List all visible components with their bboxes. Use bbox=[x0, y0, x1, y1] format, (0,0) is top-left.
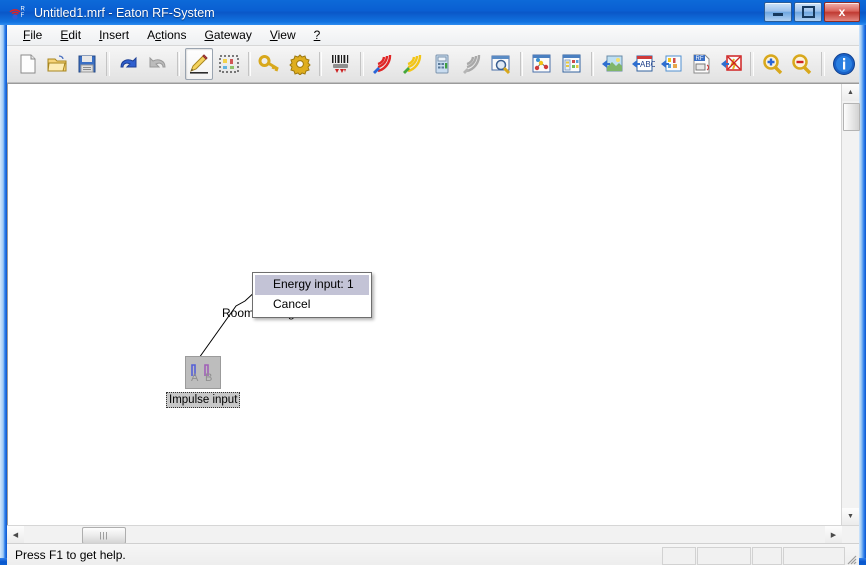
toolbar-separator bbox=[105, 52, 110, 76]
save-disk-icon[interactable] bbox=[73, 48, 101, 80]
scroll-left-arrow[interactable]: ◀ bbox=[7, 526, 24, 543]
status-pane-1 bbox=[662, 547, 696, 565]
scroll-down-arrow[interactable]: ▼ bbox=[842, 508, 859, 525]
search-window-icon[interactable] bbox=[487, 48, 515, 80]
impulse-input-label[interactable]: Impulse input bbox=[166, 392, 241, 408]
key-icon[interactable] bbox=[256, 48, 284, 80]
menu-item-insert[interactable]: Insert bbox=[91, 26, 137, 44]
toolbar-separator bbox=[359, 52, 364, 76]
maximize-button[interactable] bbox=[794, 2, 822, 22]
channel-b-letter: B bbox=[205, 372, 213, 384]
scroll-up-arrow[interactable]: ▲ bbox=[842, 84, 859, 101]
rf-signal-red-icon[interactable] bbox=[369, 48, 397, 80]
rf-app-icon[interactable]: R F bbox=[8, 4, 28, 22]
diagram-canvas-area: Room-Manager A B Impulse input Energy in… bbox=[7, 83, 860, 525]
impulse-input-device[interactable]: A B bbox=[185, 356, 221, 389]
menu-item-gateway[interactable]: Gateway bbox=[196, 26, 259, 44]
svg-text:RF: RF bbox=[695, 56, 703, 62]
rf-signal-yellow-icon[interactable] bbox=[398, 48, 426, 80]
toolbar-separator bbox=[519, 52, 524, 76]
toolbar-separator bbox=[176, 52, 181, 76]
import-colors-icon[interactable] bbox=[659, 48, 687, 80]
horizontal-scroll-thumb[interactable]: ||| bbox=[82, 527, 126, 544]
pencil-edit-icon[interactable] bbox=[185, 48, 214, 80]
status-pane-2 bbox=[697, 547, 751, 565]
redo-arrow-icon[interactable] bbox=[144, 48, 172, 80]
import-image2-icon[interactable]: ABC bbox=[629, 48, 657, 80]
menu-item-actions[interactable]: Actions bbox=[139, 26, 194, 44]
scroll-right-arrow[interactable]: ▶ bbox=[825, 526, 842, 543]
import-image-icon[interactable] bbox=[599, 48, 627, 80]
zoom-in-icon[interactable] bbox=[759, 48, 787, 80]
menu-bar: File Edit Insert Actions Gateway View ? bbox=[7, 25, 859, 46]
new-file-icon[interactable] bbox=[14, 48, 42, 80]
menu-item-help[interactable]: ? bbox=[306, 26, 329, 44]
menu-item-file[interactable]: File bbox=[15, 26, 50, 44]
status-pane-4 bbox=[783, 547, 845, 565]
toolbar-separator bbox=[247, 52, 252, 76]
context-menu-item-cancel[interactable]: Cancel bbox=[255, 295, 369, 315]
calculator-icon[interactable] bbox=[428, 48, 456, 80]
disable-rf-icon[interactable] bbox=[718, 48, 746, 80]
open-folder-icon[interactable] bbox=[44, 48, 72, 80]
svg-text:R: R bbox=[21, 6, 26, 12]
menu-item-view[interactable]: View bbox=[262, 26, 304, 44]
title-bar[interactable]: R F Untitled1.mrf - Eaton RF-System x bbox=[0, 0, 866, 25]
rf-signal-gray-icon[interactable] bbox=[457, 48, 485, 80]
window-title: Untitled1.mrf - Eaton RF-System bbox=[34, 5, 215, 20]
zoom-out-icon[interactable] bbox=[789, 48, 817, 80]
toolbar-separator bbox=[821, 52, 825, 76]
svg-text:F: F bbox=[21, 13, 25, 19]
connection-line bbox=[193, 288, 259, 366]
window-controls: x bbox=[764, 2, 860, 22]
status-bar: Press F1 to get help. bbox=[7, 543, 859, 565]
barcode-scan-icon[interactable] bbox=[327, 48, 355, 80]
network-diagram-icon[interactable] bbox=[528, 48, 556, 80]
context-menu-item-energy-input[interactable]: Energy input: 1 bbox=[255, 275, 369, 295]
select-marquee-icon[interactable] bbox=[215, 48, 243, 80]
window-frame-right bbox=[859, 0, 866, 565]
application-window: R F Untitled1.mrf - Eaton RF-System x Fi… bbox=[0, 0, 866, 565]
info-icon[interactable] bbox=[830, 48, 858, 80]
status-text: Press F1 to get help. bbox=[15, 548, 126, 562]
minimize-button[interactable] bbox=[764, 2, 792, 22]
rf-file-icon[interactable]: RF bbox=[688, 48, 716, 80]
list-window-icon[interactable] bbox=[558, 48, 586, 80]
svg-text:ABC: ABC bbox=[640, 60, 655, 69]
toolbar-separator bbox=[750, 52, 755, 76]
context-menu[interactable]: Energy input: 1 Cancel bbox=[252, 272, 372, 318]
toolbar-separator bbox=[318, 52, 323, 76]
horizontal-scrollbar[interactable]: ◀ ||| ▶ bbox=[7, 525, 859, 544]
diagram-canvas[interactable]: Room-Manager A B Impulse input Energy in… bbox=[8, 84, 842, 525]
vertical-scroll-thumb[interactable] bbox=[843, 103, 860, 131]
channel-a-letter: A bbox=[191, 372, 199, 384]
vertical-scrollbar[interactable]: ▲ ▼ bbox=[841, 84, 860, 525]
gear-settings-icon[interactable] bbox=[286, 48, 314, 80]
menu-item-edit[interactable]: Edit bbox=[52, 26, 89, 44]
status-pane-3 bbox=[752, 547, 782, 565]
undo-arrow-icon[interactable] bbox=[115, 48, 143, 80]
window-frame-left bbox=[0, 0, 7, 565]
close-button[interactable]: x bbox=[824, 2, 860, 22]
client-area: File Edit Insert Actions Gateway View ? bbox=[7, 25, 860, 565]
resize-grip[interactable] bbox=[844, 552, 857, 565]
toolbar-separator bbox=[590, 52, 595, 76]
toolbar: ABC RF bbox=[7, 46, 859, 83]
